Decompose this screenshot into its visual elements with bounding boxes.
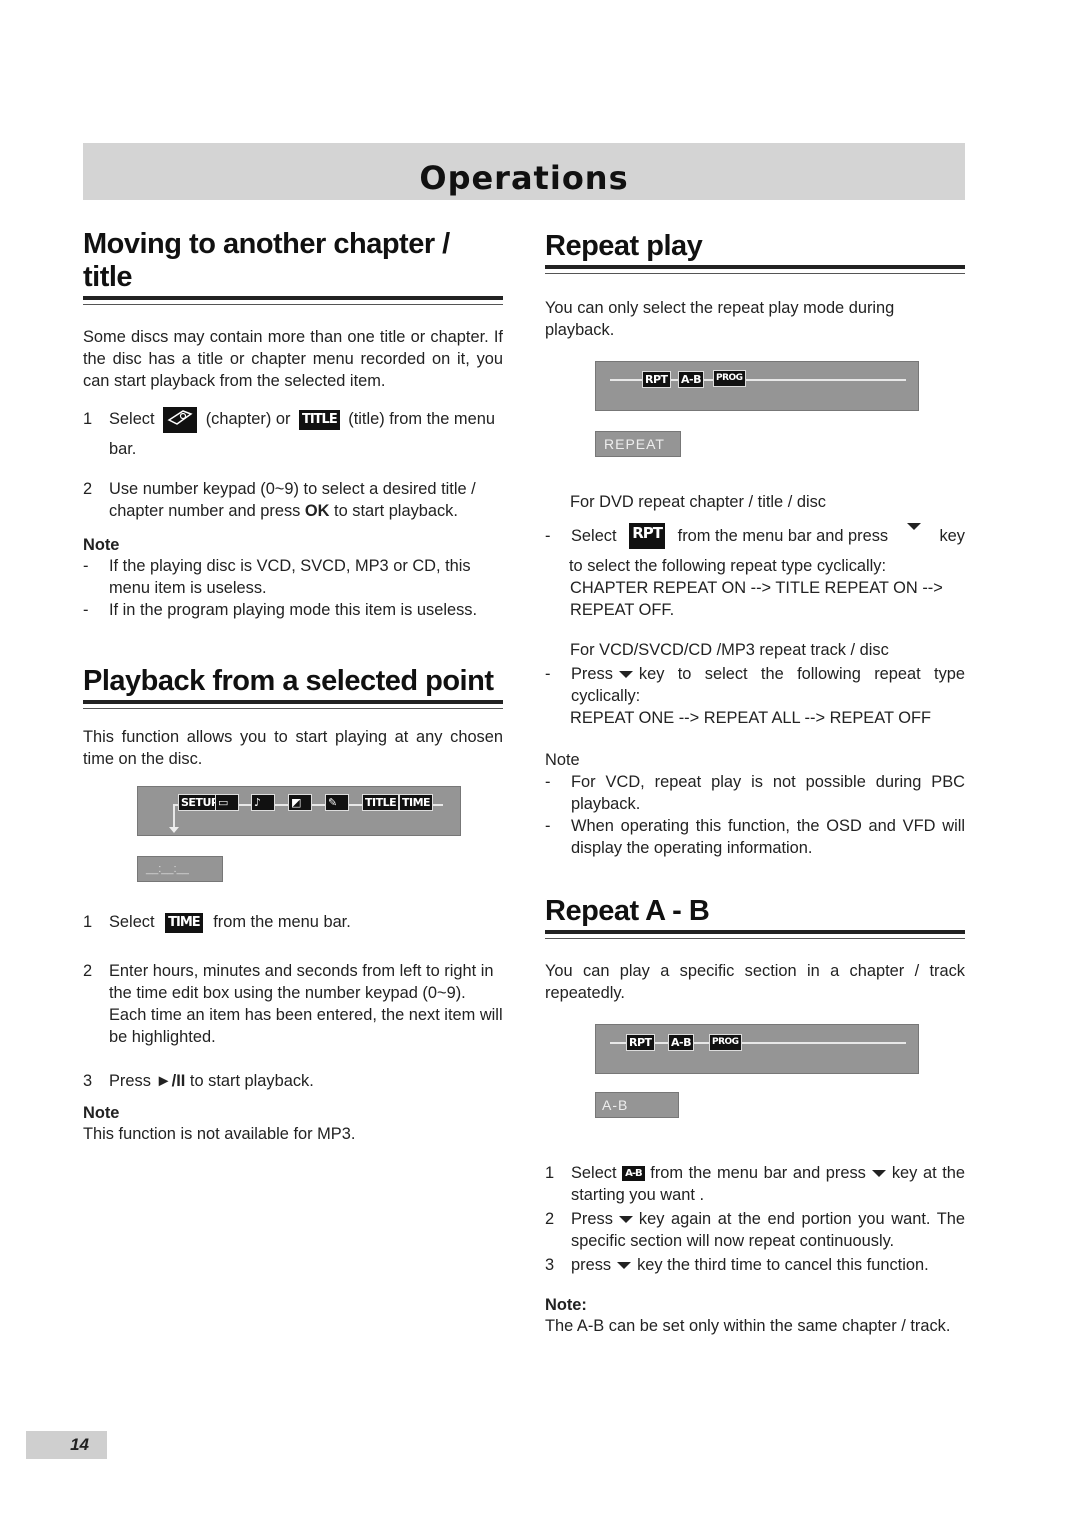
moving-note-heading: Note [83,536,120,554]
dvd-cycle: CHAPTER REPEAT ON --> TITLE REPEAT ON --… [570,579,943,619]
title-icon: TITLE [298,409,340,430]
ab-step-1: 1 Select A-B from the menu bar and press… [545,1164,965,1204]
left-column: Moving to another chapter / title Some d… [83,228,503,1145]
vcd-cycle: REPEAT ONE --> REPEAT ALL --> REPEAT OFF [570,709,931,727]
page-title: Operations [419,158,629,197]
dvd-cont: to select the following repeat type cycl… [569,557,887,575]
dvd-heading: For DVD repeat chapter / title / disc [570,493,826,511]
osd-title-button[interactable]: TITLE [362,794,400,811]
osd-ab-button[interactable]: A-B [668,1034,694,1051]
chapter-icon[interactable]: ✎ [325,794,349,811]
subtitle-icon[interactable]: ▭ [215,794,239,811]
right-column: Repeat play You can only select the repe… [545,228,965,1337]
moving-note-2: - If in the program playing mode this ite… [83,601,478,619]
ab-note-heading: Note: [545,1296,587,1314]
playback-step-2: 2 Enter hours, minutes and seconds from … [83,962,503,1046]
ab-icon: A-B [622,1166,645,1182]
osd-menu-bar-repeat: RPT A-B PROG [595,361,919,411]
ab-step-3: 3 press key the third time to cancel this… [545,1256,929,1274]
repeat-note-heading: Note [545,751,580,769]
audio-icon[interactable]: ♪ [251,794,275,811]
playback-step-3: 3 Press ►/II to start playback. [83,1072,314,1090]
osd-time-button[interactable]: TIME [399,794,434,811]
ab-intro: You can play a specific section in a cha… [545,962,965,1002]
playback-note-text: This function is not available for MP3. [83,1125,356,1143]
moving-step-2: 2 Use number keypad (0~9) to select a de… [83,480,476,520]
osd-repeat-label: REPEAT [595,431,681,457]
repeat-note-1: - For VCD, repeat play is not possible du… [545,773,965,813]
playback-note-heading: Note [83,1104,120,1122]
down-key-icon [617,1262,632,1270]
moving-intro: Some discs may contain more than one tit… [83,328,503,390]
rpt-icon: RPT [629,523,665,549]
moving-note-1: - If the playing disc is VCD, SVCD, MP3 o… [83,557,471,597]
vcd-heading: For VCD/SVCD/CD /MP3 repeat track / disc [570,641,889,659]
osd-ab-label: A-B [595,1092,679,1118]
vcd-step: - Press key to select the following repea… [545,665,965,705]
down-key-icon [906,523,921,530]
time-edit-box[interactable]: __:__:__ [137,856,223,882]
repeat-intro: You can only select the repeat play mode… [545,299,895,339]
section-title-playback: Playback from a selected point [83,665,503,709]
ab-step-2: 2 Press key again at the end portion you … [545,1210,965,1250]
page-number: 14 [26,1431,107,1459]
ab-note-text: The A-B can be set only within the same … [545,1317,951,1335]
down-arrow-icon [169,827,179,833]
chapter-icon [163,406,198,433]
repeat-note-2: - When operating this function, the OSD a… [545,817,965,857]
time-icon: TIME [165,912,203,933]
osd-menu-bar-main: SETUP ▭ ♪ ◩ ✎ TITLE TIME [137,786,461,836]
section-title-moving: Moving to another chapter / title [83,228,503,305]
osd-rpt-button[interactable]: RPT [642,371,671,388]
playback-step-1: 1 Select TIME from the menu bar. [83,912,351,933]
section-title-ab: Repeat A - B [545,895,965,939]
section-title-repeat: Repeat play [545,228,965,274]
playback-intro: This function allows you to start playin… [83,728,503,768]
osd-rpt-button[interactable]: RPT [626,1034,655,1051]
osd-prog-button[interactable]: PROG [713,370,746,387]
angle-icon[interactable]: ◩ [288,794,312,811]
down-key-icon [871,1170,886,1178]
dvd-step: - Select RPT from the menu bar and press… [545,523,965,549]
osd-menu-bar-ab: RPT A-B PROG [595,1024,919,1074]
page-banner: Operations [83,143,965,200]
moving-step-1: 1 Select (chapter) or TITLE (title) from… [83,404,503,464]
osd-prog-button[interactable]: PROG [709,1034,742,1051]
down-key-icon [618,671,633,679]
osd-ab-button[interactable]: A-B [678,371,704,388]
down-key-icon [618,1216,633,1224]
